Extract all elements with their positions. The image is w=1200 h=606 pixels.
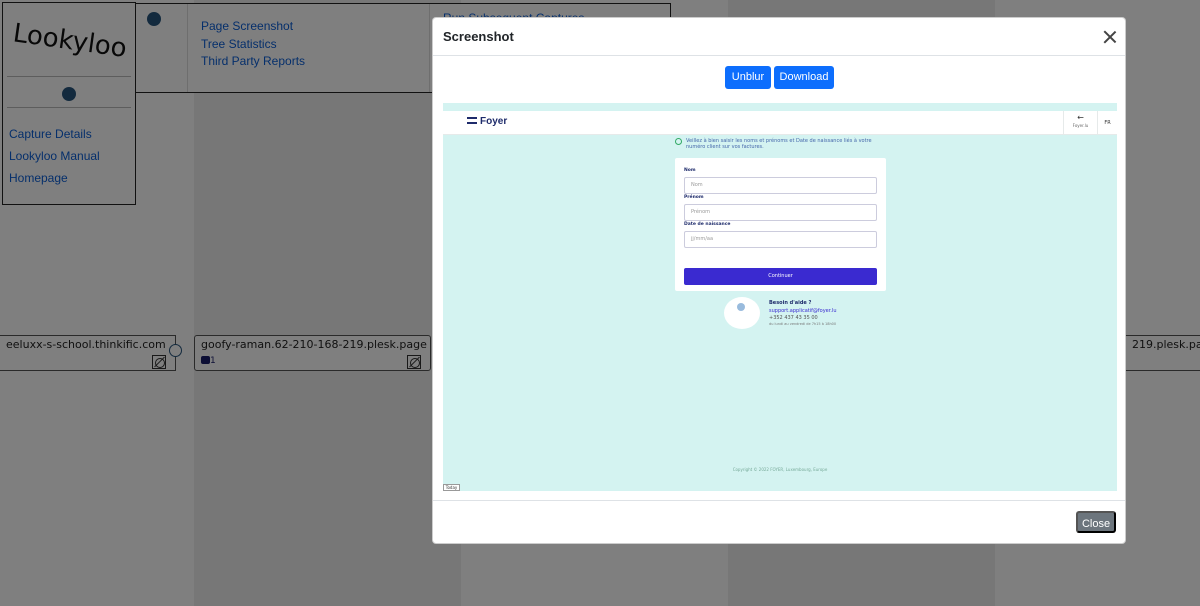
modal-title: Screenshot — [443, 29, 514, 44]
language-switch: FR — [1097, 111, 1117, 135]
back-label: Foyer.lu — [1072, 123, 1089, 128]
nom-label: Nom — [684, 168, 696, 173]
info-icon — [675, 138, 682, 145]
download-button[interactable]: Download — [774, 66, 834, 89]
prenom-label: Prénom — [684, 195, 704, 200]
site-copyright: Copyright © 2022 FOYER, Luxembourg, Euro… — [732, 467, 828, 472]
site-help: Besoin d'aide ? support.applicatif@foyer… — [724, 295, 874, 331]
help-hours: du lundi au vendredi de 7h15 à 18h00 — [769, 322, 837, 326]
captured-screenshot: Foyer ← Foyer.lu FR Veillez à bien saisi… — [443, 103, 1117, 491]
close-icon[interactable] — [1103, 30, 1117, 44]
help-title: Besoin d'aide ? — [769, 300, 812, 306]
site-header: Foyer ← Foyer.lu FR — [443, 111, 1117, 135]
continuer-button: Continuer — [684, 268, 877, 285]
close-button[interactable]: Close — [1076, 511, 1116, 533]
dob-field: jj/mm/aa — [684, 231, 877, 248]
screenshot-modal: Screenshot Unblur Download Foyer ← Foyer… — [432, 17, 1126, 544]
site-form: Nom Nom Prénom Prénom Date de naissance … — [675, 158, 886, 291]
site-notice: Veillez à bien saisir les noms et prénom… — [675, 138, 876, 150]
site-back-button: ← Foyer.lu — [1063, 111, 1097, 135]
foyer-logo: Foyer — [467, 116, 507, 127]
dob-label: Date de naissance — [684, 222, 731, 227]
support-illustration — [724, 297, 760, 329]
today-tag: Today — [443, 484, 460, 491]
arrow-left-icon: ← — [1077, 113, 1084, 122]
modal-header: Screenshot — [433, 18, 1125, 56]
foyer-mark-icon — [467, 117, 477, 124]
help-phone: +352 437 43 35 00 — [769, 315, 818, 321]
nom-field: Nom — [684, 177, 877, 194]
help-email: support.applicatif@foyer.lu — [769, 308, 837, 314]
prenom-field: Prénom — [684, 204, 877, 221]
modal-footer: Close — [433, 500, 1125, 543]
unblur-button[interactable]: Unblur — [725, 66, 771, 89]
